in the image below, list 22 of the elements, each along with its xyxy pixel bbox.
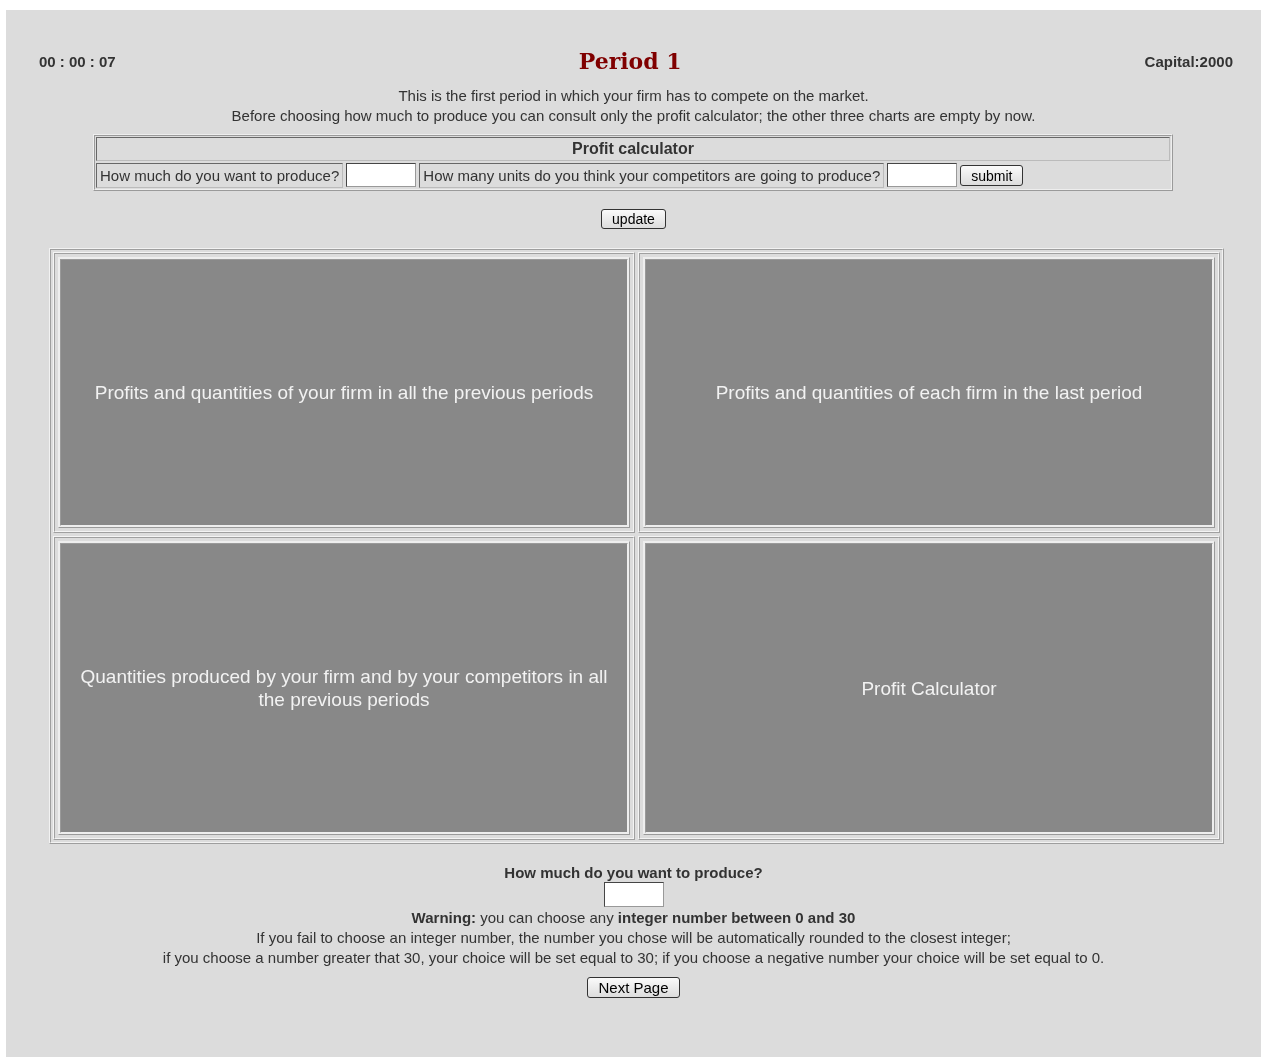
production-input[interactable]	[603, 882, 664, 907]
intro-text: This is the first period in which your firm has to compete on the market.	[397, 86, 870, 106]
warning-text: Warning: you can choose any integer number between 0 and 30	[411, 908, 856, 928]
timer: 00 : 00 : 07	[39, 52, 116, 70]
chart-placeholder-text: Quantities produced by your firm and by your competitors in all the previous periods	[79, 665, 609, 711]
question-label: How many units do you think your competitors are going to produce?	[419, 163, 885, 188]
chart-placeholder-text: Profits and quantities of your firm in all the previous periods	[94, 381, 594, 404]
period-title: Period 1	[578, 48, 682, 74]
question-label: How much do you want to produce?	[96, 163, 344, 188]
next-page-button[interactable]: Next Page	[587, 977, 680, 998]
production-question: How much do you want to produce?	[504, 864, 763, 881]
rule-text: If you fail to choose an integer number, the number you chose will be automatically rounded to the closest integer;	[256, 928, 1011, 948]
input-field[interactable]	[346, 163, 417, 187]
input-field[interactable]	[887, 163, 958, 187]
intro-text: Before choosing how much to produce you can consult only the profit calculator; the other three charts are empty by now.	[230, 106, 1037, 126]
submit-button[interactable]: submit	[960, 165, 1024, 186]
chart-placeholder-text: Profit Calculator	[861, 676, 997, 700]
chart-placeholder-text: Profits and quantities of each firm in the last period	[715, 381, 1143, 404]
update-button[interactable]: update	[601, 209, 666, 229]
rule-text: if you choose a number greater that 30, your choice will be set equal to 30; if you choose a negative number your choice will be set equal to 0.	[162, 948, 1105, 968]
capital-label: Capital:2000	[1144, 52, 1233, 70]
calculator-title: Profit calculator	[96, 137, 1170, 161]
